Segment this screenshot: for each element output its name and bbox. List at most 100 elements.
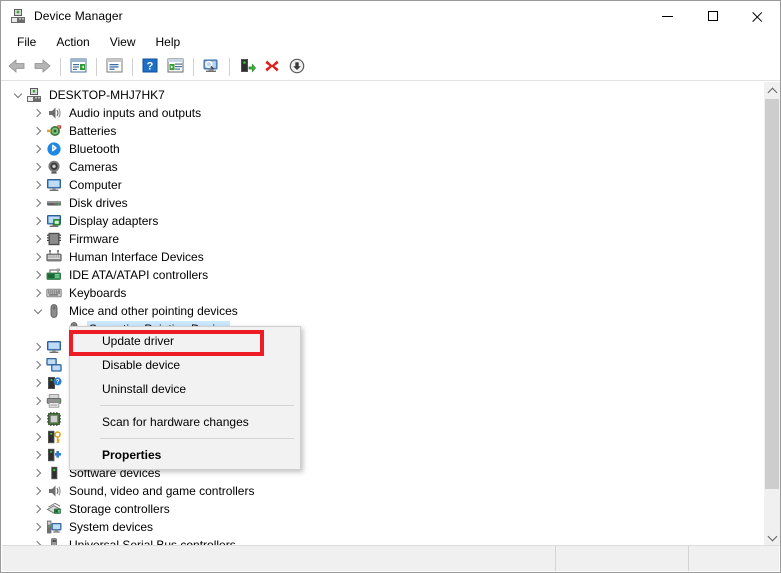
toolbar-separator-4 <box>193 58 194 76</box>
update-driver-button[interactable] <box>235 56 259 79</box>
software-component-icon <box>46 447 62 463</box>
firmware-chip-icon <box>46 231 62 247</box>
tree-row[interactable]: IDE ATA/ATAPI controllers <box>2 266 747 284</box>
tree-twisty-expanded[interactable] <box>30 303 46 319</box>
tree-row[interactable]: Firmware <box>2 230 747 248</box>
tree-twisty-expanded[interactable] <box>10 87 26 103</box>
ctx-update-driver[interactable]: Update driver <box>70 329 300 353</box>
chevron-right-icon <box>32 522 42 532</box>
tree-twisty-collapsed[interactable] <box>30 501 46 517</box>
menu-action[interactable]: Action <box>46 32 99 54</box>
tree-row-label: Cameras <box>69 159 118 174</box>
chevron-right-icon <box>32 414 42 424</box>
battery-icon <box>46 123 62 139</box>
tree-row[interactable]: Storage controllers <box>2 500 747 518</box>
tree-row[interactable]: System devices <box>2 518 747 536</box>
menu-help[interactable]: Help <box>146 32 191 54</box>
hid-icon <box>46 249 62 265</box>
tree-twisty-collapsed[interactable] <box>30 483 46 499</box>
forward-button[interactable] <box>30 56 54 79</box>
close-button[interactable] <box>735 1 780 31</box>
tree-twisty-collapsed[interactable] <box>30 519 46 535</box>
tree-twisty-collapsed[interactable] <box>30 159 46 175</box>
ide-controller-icon <box>46 267 62 283</box>
chevron-right-icon <box>32 252 42 262</box>
tree-row-label: Audio inputs and outputs <box>69 105 202 120</box>
tree-row-label: Display adapters <box>69 213 159 228</box>
tree-row-label: System devices <box>69 519 154 534</box>
tree-row[interactable]: Keyboards <box>2 284 747 302</box>
tree-row[interactable]: Computer <box>2 176 747 194</box>
ctx-properties[interactable]: Properties <box>70 443 300 467</box>
tree-twisty-collapsed[interactable] <box>30 141 46 157</box>
device-tree-pane[interactable]: DESKTOP-MHJ7HK7 Audio inputs and outputs B… <box>2 82 764 546</box>
tree-row[interactable]: Cameras <box>2 158 747 176</box>
chevron-right-icon <box>32 486 42 496</box>
tree-row[interactable]: Human Interface Devices <box>2 248 747 266</box>
ctx-uninstall-device[interactable]: Uninstall device <box>70 377 300 401</box>
tree-row[interactable]: Bluetooth <box>2 140 747 158</box>
tree-row-label: Storage controllers <box>69 501 170 516</box>
scan-view-button[interactable] <box>163 56 187 79</box>
tree-twisty-collapsed[interactable] <box>30 105 46 121</box>
tree-twisty-collapsed[interactable] <box>30 285 46 301</box>
speaker-icon <box>46 105 62 121</box>
tree-row[interactable]: Display adapters <box>2 212 747 230</box>
console-tree-icon <box>70 58 87 76</box>
menu-view[interactable]: View <box>100 32 146 54</box>
back-button[interactable] <box>5 56 29 79</box>
scrollbar-thumb[interactable] <box>765 99 779 489</box>
tree-row-label: Human Interface Devices <box>69 249 204 264</box>
context-menu[interactable]: Update driver Disable device Uninstall dev… <box>69 326 301 470</box>
tree-twisty-collapsed[interactable] <box>30 177 46 193</box>
vertical-scrollbar[interactable] <box>763 82 780 546</box>
tree-twisty-collapsed[interactable] <box>30 429 46 445</box>
window-title: Device Manager <box>34 9 123 23</box>
chevron-right-icon <box>32 288 42 298</box>
status-bar <box>2 545 779 571</box>
tree-twisty-collapsed[interactable] <box>30 375 46 391</box>
ctx-disable-device[interactable]: Disable device <box>70 353 300 377</box>
tree-twisty-collapsed[interactable] <box>30 267 46 283</box>
tree-row[interactable]: Batteries <box>2 122 747 140</box>
tree-twisty-collapsed[interactable] <box>30 357 46 373</box>
tree-twisty-collapsed[interactable] <box>30 339 46 355</box>
tree-twisty-collapsed[interactable] <box>30 411 46 427</box>
tree-row[interactable]: Audio inputs and outputs <box>2 104 747 122</box>
tree-row[interactable]: Sound, video and game controllers <box>2 482 747 500</box>
menu-file[interactable]: File <box>7 32 46 54</box>
tree-twisty-collapsed[interactable] <box>30 465 46 481</box>
help-button[interactable]: ? <box>138 56 162 79</box>
uninstall-device-button[interactable] <box>260 56 284 79</box>
chevron-right-icon <box>32 108 42 118</box>
show-hide-console-tree-button[interactable] <box>66 56 90 79</box>
minimize-button[interactable] <box>645 1 690 31</box>
disable-device-button[interactable] <box>285 56 309 79</box>
tree-twisty-collapsed[interactable] <box>30 447 46 463</box>
device-tree: DESKTOP-MHJ7HK7 Audio inputs and outputs B… <box>2 82 747 546</box>
tree-row[interactable]: Mice and other pointing devices <box>2 302 747 320</box>
display-adapter-icon <box>46 213 62 229</box>
tree-twisty-collapsed[interactable] <box>30 393 46 409</box>
tree-row-label: DESKTOP-MHJ7HK7 <box>49 87 165 102</box>
tree-twisty-collapsed[interactable] <box>30 123 46 139</box>
tree-twisty-collapsed[interactable] <box>30 231 46 247</box>
properties-button[interactable] <box>102 56 126 79</box>
scrollbar-up-arrow[interactable] <box>764 82 780 99</box>
menu-bar: File Action View Help <box>1 31 780 54</box>
tree-twisty-none <box>50 321 66 337</box>
tree-root-row[interactable]: DESKTOP-MHJ7HK7 <box>2 86 747 104</box>
tree-twisty-collapsed[interactable] <box>30 213 46 229</box>
tree-twisty-collapsed[interactable] <box>30 249 46 265</box>
ctx-scan-for-hardware-changes[interactable]: Scan for hardware changes <box>70 410 300 434</box>
maximize-button[interactable] <box>690 1 735 31</box>
tree-twisty-collapsed[interactable] <box>30 195 46 211</box>
mouse-icon <box>46 303 62 319</box>
device-manager-icon <box>10 8 26 24</box>
window-controls <box>645 1 780 31</box>
tree-row[interactable]: Disk drives <box>2 194 747 212</box>
display-resources-button[interactable] <box>199 56 223 79</box>
monitor-search-icon <box>202 58 220 77</box>
help-question-icon: ? <box>142 58 158 76</box>
scrollbar-down-arrow[interactable] <box>764 529 780 546</box>
